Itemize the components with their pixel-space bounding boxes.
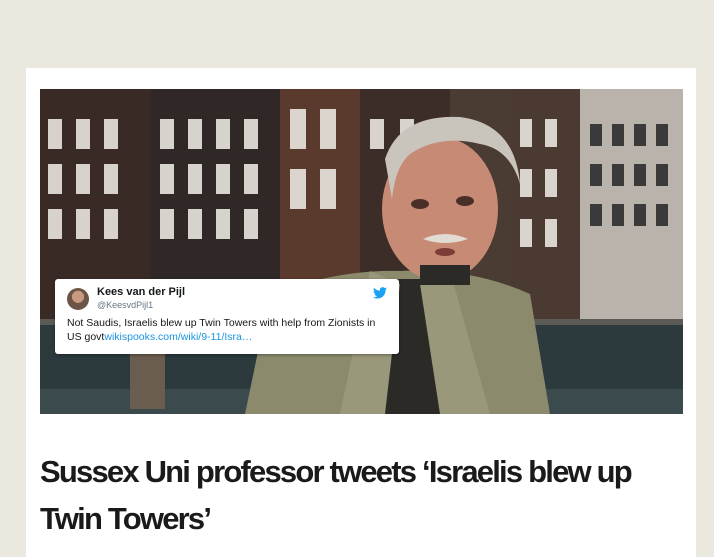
tweet-text: Not Saudis, Israelis blew up Twin Towers… [67,316,392,344]
tweet-author-name[interactable]: Kees van der Pijl [97,286,185,298]
article-card[interactable]: Kees van der Pijl @KeesvdPijl1 Not Saudi… [26,68,696,557]
twitter-bird-icon [373,287,387,299]
article-headline[interactable]: Sussex Uni professor tweets ‘Israelis bl… [40,448,690,542]
avatar[interactable] [67,288,89,310]
tweet-author-handle[interactable]: @KeesvdPijl1 [97,300,153,310]
tweet-link[interactable]: wikispooks.com/wiki/9-11/Isra… [104,331,252,343]
tv-still-image [40,89,683,414]
embedded-tweet[interactable]: Kees van der Pijl @KeesvdPijl1 Not Saudi… [55,279,399,354]
article-photo[interactable]: Kees van der Pijl @KeesvdPijl1 Not Saudi… [40,89,683,414]
